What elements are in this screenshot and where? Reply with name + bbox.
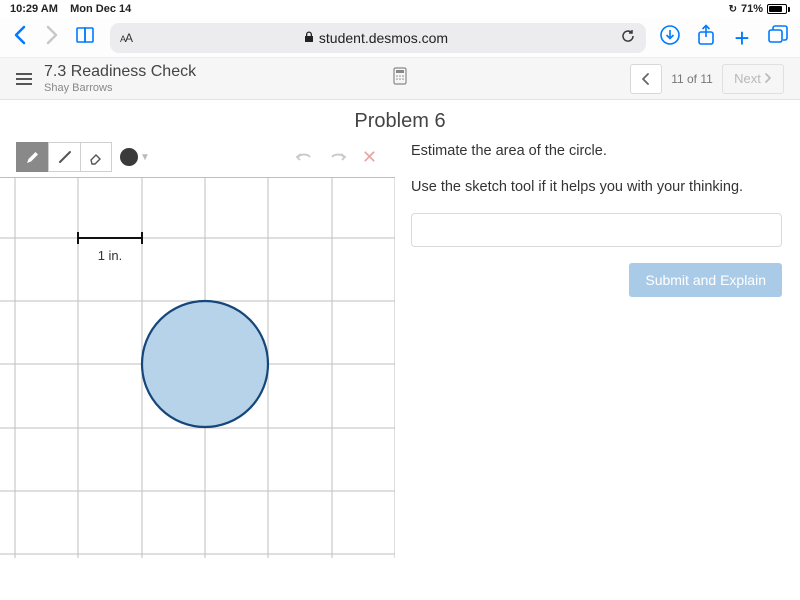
clear-sketch-button[interactable]: ✕ [362,147,377,168]
page-indicator: 11 of 11 [670,72,714,86]
unit-label: 1 in. [98,248,123,263]
prompt-text-1: Estimate the area of the circle. [411,141,782,163]
pencil-tool[interactable] [16,142,48,172]
device-status-bar: 10:29 AM Mon Dec 14 ↻ 71% [0,0,800,18]
sketch-circle [142,301,268,427]
content-area: Problem 6 ▼ [0,100,800,600]
url-text: student.desmos.com [319,30,448,46]
color-picker[interactable]: ▼ [120,148,150,166]
submit-button[interactable]: Submit and Explain [629,263,782,297]
undo-button[interactable] [294,148,314,167]
sketch-canvas[interactable]: 1 in. [0,177,395,572]
chevron-down-icon: ▼ [140,152,150,163]
prev-screen-button[interactable] [630,64,662,94]
battery-icon [767,4,790,14]
chevron-right-icon [765,72,772,86]
downloads-icon[interactable] [658,24,682,51]
prompt-text-2: Use the sketch tool if it helps you with… [411,177,782,199]
sketch-panel: ▼ ✕ [0,141,395,600]
status-date: Mon Dec 14 [70,3,131,15]
activity-title-block: 7.3 Readiness Check Shay Barrows [44,62,196,94]
sketch-toolbar: ▼ ✕ [0,141,395,173]
browser-forward-button[interactable] [42,25,62,51]
activity-title: 7.3 Readiness Check [44,62,196,81]
pager: 11 of 11 Next [630,64,784,94]
activity-subtitle: Shay Barrows [44,82,196,95]
status-right: ↻ 71% [729,3,790,15]
answer-input[interactable] [411,213,782,247]
problem-title: Problem 6 [0,100,800,141]
lock-icon [304,30,314,46]
activity-header: 7.3 Readiness Check Shay Barrows 11 of 1… [0,58,800,100]
prompt-panel: Estimate the area of the circle. Use the… [395,141,800,600]
color-swatch [120,148,138,166]
reader-aa-icon[interactable]: AA [120,31,132,45]
next-screen-button[interactable]: Next [722,64,784,94]
bookmarks-icon[interactable] [74,25,98,50]
calculator-icon[interactable] [393,67,407,90]
new-tab-icon[interactable]: + [730,28,754,48]
status-time-date: 10:29 AM Mon Dec 14 [10,3,131,15]
next-label: Next [734,71,761,86]
browser-toolbar: AA student.desmos.com + [0,18,800,58]
redo-button[interactable] [328,148,348,167]
menu-button[interactable] [16,73,32,85]
battery-percent: 71% [741,3,763,15]
line-tool[interactable] [48,142,80,172]
tabs-icon[interactable] [766,25,790,50]
reload-icon[interactable] [620,28,636,47]
share-icon[interactable] [694,24,718,51]
status-time: 10:29 AM [10,3,58,15]
eraser-tool[interactable] [80,142,112,172]
url-bar[interactable]: AA student.desmos.com [110,23,646,53]
browser-back-button[interactable] [10,25,30,51]
